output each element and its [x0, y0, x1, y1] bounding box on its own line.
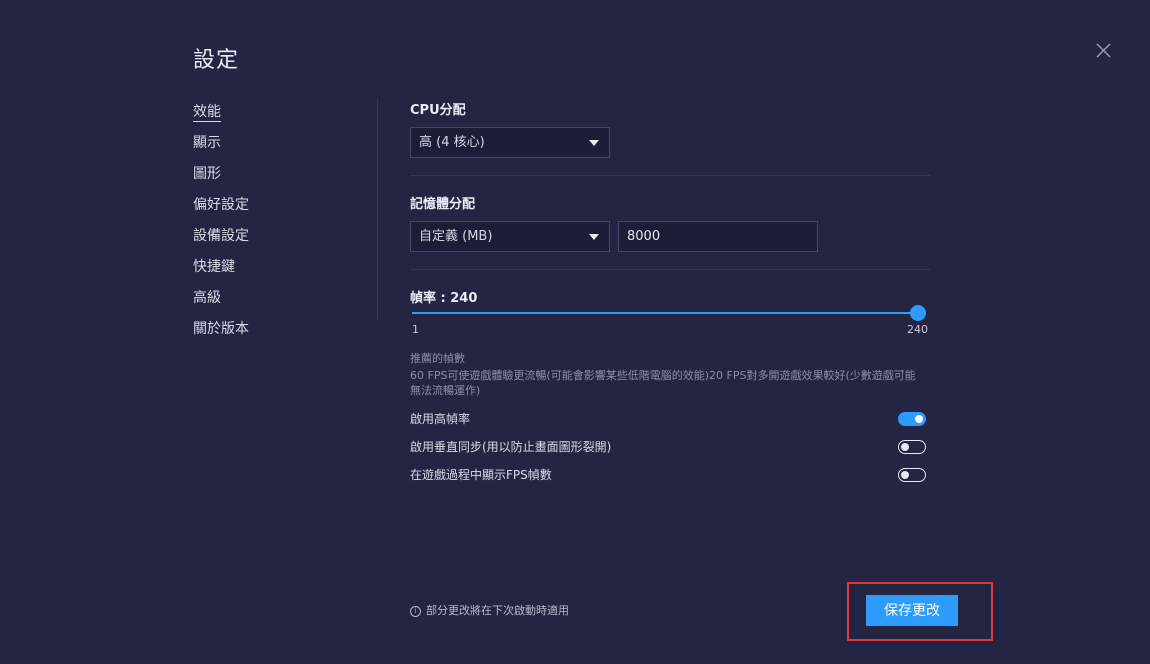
- sidebar-item-shortcuts[interactable]: 快捷鍵: [193, 255, 353, 286]
- sidebar-item-performance[interactable]: 效能: [193, 100, 353, 131]
- framerate-slider-fill: [412, 312, 918, 314]
- info-icon: i: [410, 605, 421, 617]
- settings-sidebar: 效能 顯示 圖形 偏好設定 設備設定 快捷鍵 高級 關於版本: [193, 100, 353, 348]
- toggle-row-high-framerate: 啟用高幀率: [410, 410, 926, 430]
- cpu-section-title: CPU分配: [410, 103, 466, 118]
- framerate-max-label: 240: [907, 323, 928, 336]
- memory-allocation-select[interactable]: 自定義 (MB): [410, 221, 610, 252]
- framerate-min-label: 1: [412, 323, 419, 336]
- sidebar-item-advanced[interactable]: 高級: [193, 286, 353, 317]
- settings-window: 設定 效能 顯示 圖形 偏好設定 設備設定 快捷鍵 高級 關於版本 CPU分配 …: [0, 0, 1150, 664]
- framerate-label: 幀率 : 240: [410, 291, 478, 306]
- section-divider: [410, 175, 930, 176]
- section-divider: [410, 269, 930, 270]
- high-framerate-toggle[interactable]: [898, 412, 926, 426]
- restart-notice-text: 部分更改將在下次啟動時適用: [426, 604, 569, 617]
- memory-section-title: 記憶體分配: [410, 197, 476, 212]
- chevron-down-icon: [589, 140, 599, 146]
- cpu-selected-value: 高 (4 核心): [419, 135, 485, 150]
- memory-size-input[interactable]: [618, 221, 818, 252]
- close-button[interactable]: [1093, 40, 1115, 62]
- save-changes-button[interactable]: 保存更改: [866, 595, 958, 626]
- sidebar-divider: [377, 98, 378, 320]
- page-title: 設定: [193, 48, 240, 73]
- recommend-text: 60 FPS可使遊戲體驗更流暢(可能會影響某些低階電腦的效能)20 FPS對多開…: [410, 369, 916, 397]
- toggle-row-vsync: 啟用垂直同步(用以防止畫面圖形裂開): [410, 438, 926, 458]
- sidebar-item-device[interactable]: 設備設定: [193, 224, 353, 255]
- toggle-label: 啟用高幀率: [410, 412, 471, 426]
- memory-selected-value: 自定義 (MB): [419, 229, 493, 244]
- sidebar-item-about[interactable]: 關於版本: [193, 317, 353, 348]
- restart-notice: i 部分更改將在下次啟動時適用: [410, 602, 569, 618]
- framerate-slider[interactable]: [412, 305, 926, 321]
- cpu-allocation-select[interactable]: 高 (4 核心): [410, 127, 610, 158]
- toggle-knob: [915, 415, 923, 423]
- vsync-toggle[interactable]: [898, 440, 926, 454]
- toggle-knob: [901, 442, 909, 451]
- sidebar-item-display[interactable]: 顯示: [193, 131, 353, 162]
- sidebar-item-graphics[interactable]: 圖形: [193, 162, 353, 193]
- close-icon: [1096, 43, 1111, 58]
- sidebar-item-preferences[interactable]: 偏好設定: [193, 193, 353, 224]
- chevron-down-icon: [589, 234, 599, 240]
- recommend-title: 推薦的幀數: [410, 352, 465, 365]
- framerate-slider-handle[interactable]: [910, 305, 926, 321]
- toggle-knob: [901, 470, 909, 479]
- toggle-row-show-fps: 在遊戲過程中顯示FPS幀數: [410, 466, 926, 486]
- show-fps-toggle[interactable]: [898, 468, 926, 482]
- toggle-label: 在遊戲過程中顯示FPS幀數: [410, 468, 552, 482]
- toggle-label: 啟用垂直同步(用以防止畫面圖形裂開): [410, 440, 612, 454]
